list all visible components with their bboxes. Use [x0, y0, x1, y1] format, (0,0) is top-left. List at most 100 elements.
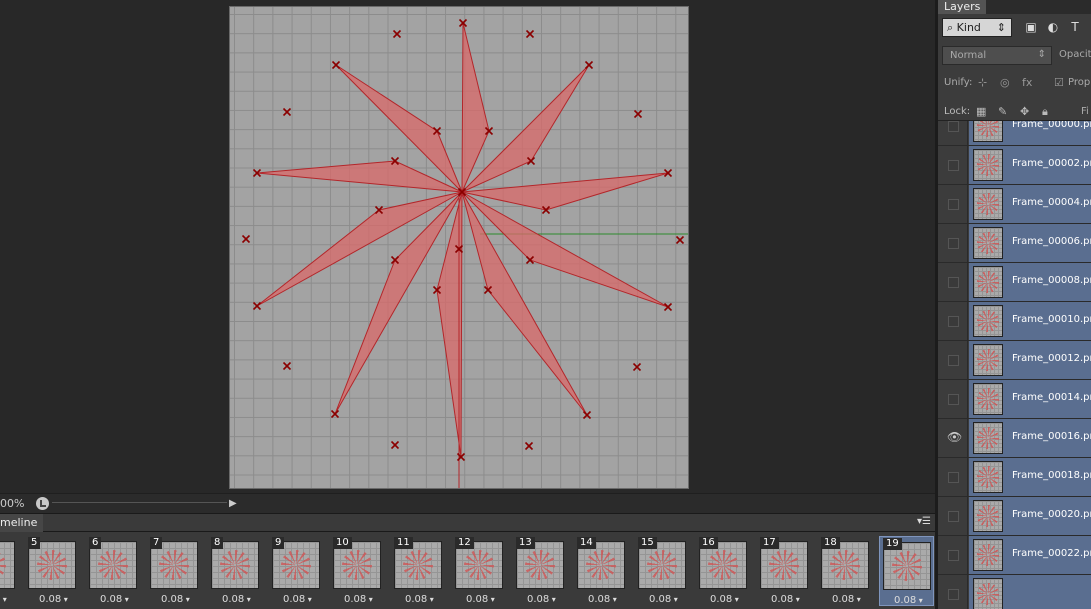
frame-delay-select[interactable]: 0.08 — [344, 594, 373, 605]
layer-body[interactable]: Frame_00006.png — [969, 224, 1091, 262]
vertex-marker[interactable] — [282, 361, 292, 371]
layer-visibility-toggle[interactable] — [938, 380, 968, 418]
vertex-marker[interactable] — [582, 410, 592, 420]
unify-visibility-icon[interactable]: ◎ — [1000, 76, 1010, 89]
frame-delay-select[interactable]: 0.08 — [100, 594, 129, 605]
document-canvas[interactable] — [229, 6, 689, 489]
play-icon[interactable]: ▶ — [229, 498, 237, 509]
vertex-marker[interactable] — [525, 29, 535, 39]
lock-brush-icon[interactable]: ✎ — [998, 105, 1007, 118]
layer-name[interactable]: Frame_00004.png — [1012, 197, 1091, 208]
layer-visibility-toggle[interactable] — [938, 146, 968, 184]
image-filter-icon[interactable]: ▣ — [1024, 20, 1038, 34]
vertex-marker[interactable] — [663, 302, 673, 312]
layer-row[interactable]: Frame_00006.png — [938, 224, 1091, 263]
vertex-marker[interactable] — [330, 409, 340, 419]
vertex-marker[interactable] — [392, 29, 402, 39]
propagate-checkbox[interactable]: ☑ — [1054, 76, 1064, 89]
timeline-frame[interactable]: 6 0.08 — [86, 536, 141, 606]
layer-name[interactable]: Frame_00012.png — [1012, 353, 1091, 364]
layer-visibility-toggle[interactable]: 👁︎ — [938, 419, 968, 457]
frame-delay-select[interactable]: 0.08 — [894, 595, 923, 606]
frame-delay-select[interactable]: 0.08 — [649, 594, 678, 605]
timeline-frame[interactable]: 13 0.08 — [513, 536, 568, 606]
vertex-marker[interactable] — [241, 234, 251, 244]
status-menu-icon[interactable] — [36, 497, 49, 510]
timeline-frame[interactable]: 18 0.08 — [818, 536, 873, 606]
frame-delay-select[interactable]: 0.08 — [222, 594, 251, 605]
kind-filter-select[interactable]: ⌕ Kind ⇕ — [942, 18, 1012, 37]
layer-row[interactable]: Frame_00020.png — [938, 497, 1091, 536]
lock-move-icon[interactable]: ✥ — [1020, 105, 1029, 118]
vertex-marker[interactable] — [584, 60, 594, 70]
frame-delay-select[interactable]: 0.08 — [283, 594, 312, 605]
layer-visibility-toggle[interactable] — [938, 302, 968, 340]
timeline-tab[interactable]: meline — [0, 514, 44, 532]
adjustment-filter-icon[interactable]: ◐ — [1046, 20, 1060, 34]
unify-position-icon[interactable]: ⊹ — [978, 76, 987, 89]
layer-body[interactable]: Frame_00020.png — [969, 497, 1091, 535]
layer-visibility-toggle[interactable] — [938, 341, 968, 379]
timeline-frame[interactable]: 15 0.08 — [635, 536, 690, 606]
layer-visibility-toggle[interactable] — [938, 497, 968, 535]
timeline-frame[interactable]: 12 0.08 — [452, 536, 507, 606]
frame-delay-select[interactable]: 0.08 — [39, 594, 68, 605]
layer-name[interactable]: Frame_00002.png — [1012, 158, 1091, 169]
lock-transparent-icon[interactable]: ▦ — [976, 105, 986, 118]
layer-body[interactable]: Frame_00010.png — [969, 302, 1091, 340]
layer-row[interactable]: 👁︎ Frame_00016.png — [938, 419, 1091, 458]
vertex-marker[interactable] — [390, 440, 400, 450]
frame-delay-select[interactable]: 0.08 — [466, 594, 495, 605]
timeline-frame[interactable]: 14 0.08 — [574, 536, 629, 606]
vertex-marker[interactable] — [524, 441, 534, 451]
layer-name[interactable]: Frame_00016.png — [1012, 431, 1091, 442]
layer-body[interactable]: Frame_00012.png — [969, 341, 1091, 379]
layer-body[interactable]: Frame_00000.png — [969, 121, 1091, 145]
frame-delay-select[interactable]: 0.08 — [710, 594, 739, 605]
type-filter-icon[interactable]: T — [1068, 20, 1082, 34]
layer-body[interactable]: Frame_00002.png — [969, 146, 1091, 184]
vertex-marker[interactable] — [282, 107, 292, 117]
layer-name[interactable]: Frame_00000.png — [1012, 121, 1091, 130]
layer-visibility-toggle[interactable] — [938, 536, 968, 574]
layer-body[interactable] — [969, 575, 1091, 609]
layer-visibility-toggle[interactable] — [938, 121, 968, 145]
layer-name[interactable]: Frame_00006.png — [1012, 236, 1091, 247]
layer-body[interactable]: Frame_00016.png — [969, 419, 1091, 457]
layer-body[interactable]: Frame_00018.png — [969, 458, 1091, 496]
layer-row[interactable]: Frame_00018.png — [938, 458, 1091, 497]
vertex-marker[interactable] — [633, 109, 643, 119]
layer-name[interactable]: Frame_00010.png — [1012, 314, 1091, 325]
layers-tab[interactable]: Layers — [938, 0, 987, 14]
timeline-frame[interactable]: 7 0.08 — [147, 536, 202, 606]
frame-delay-select[interactable]: 0.08 — [161, 594, 190, 605]
vertex-marker[interactable] — [675, 235, 685, 245]
timeline-frame[interactable]: 16 0.08 — [696, 536, 751, 606]
timeline-frame[interactable]: 5 0.08 — [25, 536, 80, 606]
layer-name[interactable]: Frame_00008.png — [1012, 275, 1091, 286]
timeline-frame[interactable]: 9 0.08 — [269, 536, 324, 606]
layer-name[interactable]: Frame_00020.png — [1012, 509, 1091, 520]
frame-delay-select[interactable]: 0.08 — [588, 594, 617, 605]
timeline-frame[interactable]: 11 0.08 — [391, 536, 446, 606]
layer-visibility-toggle[interactable] — [938, 185, 968, 223]
layer-row[interactable]: Frame_00012.png — [938, 341, 1091, 380]
layer-name[interactable]: Frame_00018.png — [1012, 470, 1091, 481]
vertex-marker[interactable] — [632, 362, 642, 372]
zoom-level[interactable]: 00% — [0, 497, 24, 510]
layer-row[interactable]: Frame_00002.png — [938, 146, 1091, 185]
timeline-frame[interactable]: 10 0.08 — [330, 536, 385, 606]
frame-delay-select[interactable]: 0.08 — [527, 594, 556, 605]
layer-row[interactable]: Frame_00022.png — [938, 536, 1091, 575]
blend-mode-select[interactable]: Normal ⇕ — [942, 46, 1052, 65]
unify-style-icon[interactable]: fx — [1022, 76, 1032, 89]
layer-name[interactable]: Frame_00014.png — [1012, 392, 1091, 403]
timeline-frame[interactable]: 17 0.08 — [757, 536, 812, 606]
frame-delay-select[interactable]: 0.08 — [832, 594, 861, 605]
layer-row[interactable]: Frame_00010.png — [938, 302, 1091, 341]
layer-body[interactable]: Frame_00014.png — [969, 380, 1091, 418]
frame-delay-select[interactable]: 0.08 — [0, 594, 7, 605]
vertex-marker[interactable] — [252, 301, 262, 311]
timeline-frame[interactable]: 19 0.08 — [879, 536, 934, 606]
layer-visibility-toggle[interactable] — [938, 224, 968, 262]
